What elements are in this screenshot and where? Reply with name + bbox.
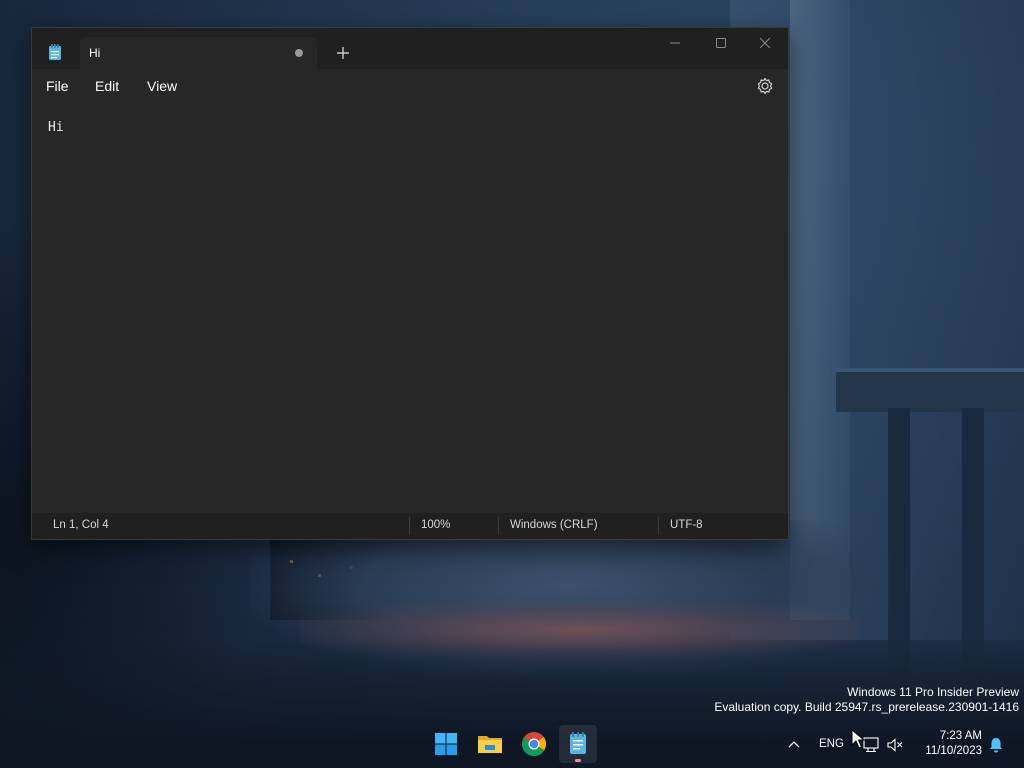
status-encoding: UTF-8 (670, 519, 703, 531)
status-separator (658, 517, 659, 535)
new-tab-button[interactable] (330, 40, 356, 66)
minimize-button[interactable] (652, 28, 698, 57)
windows-watermark: Windows 11 Pro Insider Preview Evaluatio… (714, 685, 1019, 715)
close-button[interactable] (742, 28, 788, 57)
maximize-button[interactable] (698, 28, 744, 57)
start-button[interactable] (427, 725, 465, 763)
maximize-icon (716, 38, 726, 48)
watermark-edition: Windows 11 Pro Insider Preview (847, 685, 1019, 699)
notification-bell-icon[interactable] (987, 736, 1005, 754)
status-bar: Ln 1, Col 4 100% Windows (CRLF) UTF-8 (32, 513, 788, 539)
taskbar-file-explorer[interactable] (471, 725, 509, 763)
close-icon (759, 37, 771, 49)
clock-date: 11/10/2023 (925, 745, 982, 757)
taskbar-chrome[interactable] (515, 725, 553, 763)
language-indicator[interactable]: ENG (819, 738, 844, 750)
status-separator (498, 517, 499, 535)
clock-time: 7:23 AM (939, 730, 982, 742)
folder-icon (478, 736, 502, 753)
taskbar-notepad[interactable] (559, 725, 597, 763)
status-zoom: 100% (421, 519, 451, 531)
menu-bar: File Edit View (32, 69, 788, 103)
clock[interactable]: 7:23 AM 11/10/2023 (918, 729, 982, 759)
chevron-up-icon[interactable] (786, 737, 802, 753)
status-separator (409, 517, 410, 535)
status-line-ending: Windows (CRLF) (510, 519, 598, 531)
unsaved-indicator-icon[interactable] (295, 49, 303, 57)
mouse-cursor-icon (851, 729, 865, 749)
plus-icon (337, 47, 349, 59)
menu-file[interactable]: File (46, 78, 69, 94)
chrome-icon (521, 732, 547, 757)
title-bar[interactable]: Hi (32, 28, 788, 69)
active-app-indicator (575, 759, 581, 762)
text-editor-area[interactable]: Hi (32, 103, 788, 513)
wallpaper-table-leg (888, 408, 910, 678)
notepad-icon (49, 44, 61, 60)
settings-button[interactable] (754, 75, 776, 97)
volume-muted-icon[interactable] (886, 736, 904, 754)
menu-view[interactable]: View (147, 78, 177, 94)
status-cursor-position: Ln 1, Col 4 (53, 519, 109, 531)
wallpaper-table-leg (962, 408, 984, 678)
wallpaper-table (836, 368, 1024, 412)
watermark-build: Evaluation copy. Build 25947.rs_prerelea… (714, 700, 1019, 714)
taskbar: ENG 7:23 AM 11/10/2023 (0, 720, 1024, 768)
minimize-icon (670, 42, 680, 44)
menu-edit[interactable]: Edit (95, 78, 119, 94)
editor-content[interactable]: Hi (48, 120, 64, 135)
windows-logo-icon (435, 733, 457, 755)
tab-hi[interactable]: Hi (80, 37, 317, 69)
gear-icon (757, 77, 773, 95)
tab-title: Hi (89, 46, 101, 60)
notepad-icon (570, 732, 586, 754)
notepad-window: Hi File Edit View Hi Ln 1, Col 4 100% Wi… (31, 27, 789, 540)
